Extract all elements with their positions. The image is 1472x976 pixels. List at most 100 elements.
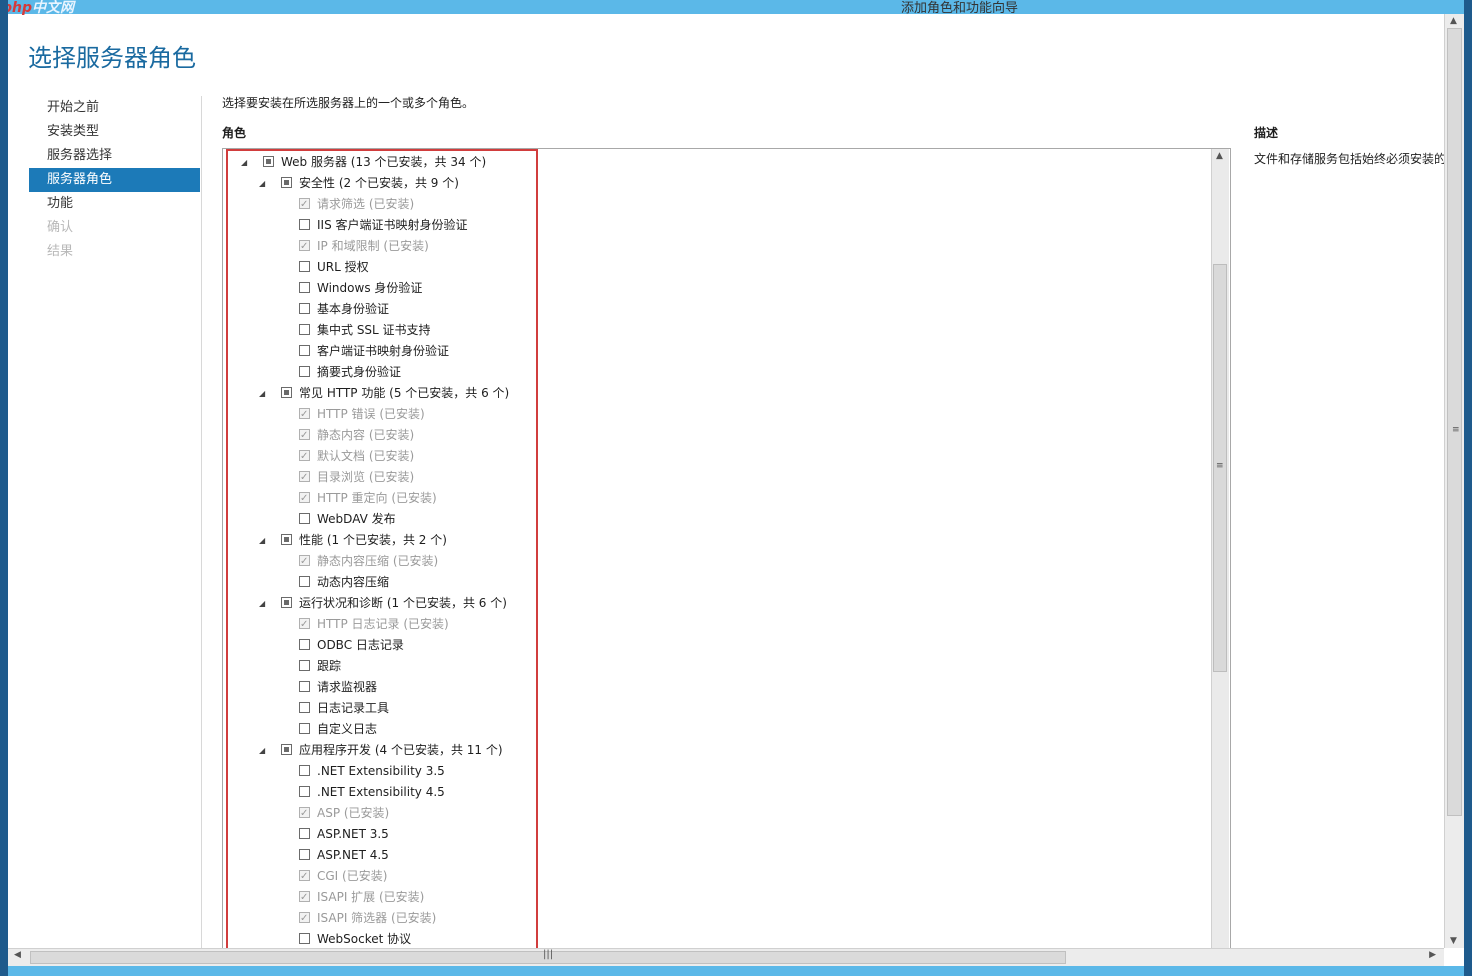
tree-row[interactable]: 目录浏览 (已安装): [223, 467, 1223, 488]
tree-row[interactable]: 集中式 SSL 证书支持: [223, 320, 1223, 341]
tree-row[interactable]: 自定义日志: [223, 719, 1223, 740]
tree-row[interactable]: URL 授权: [223, 257, 1223, 278]
role-checkbox[interactable]: [299, 723, 310, 734]
expand-triangle-icon[interactable]: ◢: [259, 173, 269, 194]
scroll-up-icon[interactable]: ▲: [1216, 151, 1223, 161]
tree-row[interactable]: ◢ 安全性 (2 个已安装，共 9 个): [223, 173, 1223, 194]
tree-row[interactable]: 静态内容 (已安装): [223, 425, 1223, 446]
role-checkbox[interactable]: [281, 534, 292, 545]
tree-row[interactable]: 静态内容压缩 (已安装): [223, 551, 1223, 572]
tree-row[interactable]: ISAPI 扩展 (已安装): [223, 887, 1223, 908]
tree-row[interactable]: 请求筛选 (已安装): [223, 194, 1223, 215]
role-label: ISAPI 扩展 (已安装): [317, 890, 425, 904]
scroll-right-icon[interactable]: ▶: [1429, 950, 1436, 960]
tree-row[interactable]: 跟踪: [223, 656, 1223, 677]
tree-row[interactable]: CGI (已安装): [223, 866, 1223, 887]
role-checkbox[interactable]: [281, 387, 292, 398]
tree-row[interactable]: ◢ 应用程序开发 (4 个已安装，共 11 个): [223, 740, 1223, 761]
tree-row[interactable]: 请求监视器: [223, 677, 1223, 698]
role-label: 摘要式身份验证: [317, 365, 402, 379]
role-checkbox[interactable]: [299, 576, 310, 587]
role-label: WebSocket 协议: [317, 932, 412, 946]
role-checkbox[interactable]: [299, 219, 310, 230]
expand-triangle-icon[interactable]: ◢: [259, 740, 269, 761]
tree-row[interactable]: 摘要式身份验证: [223, 362, 1223, 383]
tree-row[interactable]: 基本身份验证: [223, 299, 1223, 320]
expand-triangle-icon[interactable]: ◢: [259, 530, 269, 551]
expand-triangle-icon[interactable]: ◢: [241, 152, 251, 173]
role-checkbox[interactable]: [299, 639, 310, 650]
role-label: ODBC 日志记录: [317, 638, 404, 652]
page-vscrollbar[interactable]: ▲ ≡ ▼: [1444, 14, 1464, 948]
page-hscrollbar[interactable]: ◀ ||| ▶: [8, 948, 1444, 967]
role-checkbox[interactable]: [299, 828, 310, 839]
scroll-thumb[interactable]: ≡: [1213, 264, 1227, 672]
tree-row[interactable]: ISAPI 筛选器 (已安装): [223, 908, 1223, 929]
scroll-thumb[interactable]: |||: [30, 949, 1066, 964]
scroll-left-icon[interactable]: ◀: [14, 950, 21, 960]
tree-row[interactable]: 客户端证书映射身份验证: [223, 341, 1223, 362]
role-label: ASP (已安装): [317, 806, 390, 820]
tree-row[interactable]: ASP.NET 3.5: [223, 824, 1223, 845]
expand-triangle-icon[interactable]: ◢: [259, 593, 269, 614]
tree-row[interactable]: 动态内容压缩: [223, 572, 1223, 593]
role-checkbox: [299, 887, 310, 908]
role-checkbox[interactable]: [299, 849, 310, 860]
nav-item-2[interactable]: 服务器选择: [29, 144, 200, 168]
role-checkbox[interactable]: [299, 282, 310, 293]
nav-item-1[interactable]: 安装类型: [29, 120, 200, 144]
role-label: .NET Extensibility 4.5: [317, 785, 445, 799]
nav-item-4[interactable]: 功能: [29, 192, 200, 216]
tree-row[interactable]: 默认文档 (已安装): [223, 446, 1223, 467]
expand-triangle-icon[interactable]: ◢: [259, 383, 269, 404]
role-checkbox[interactable]: [281, 597, 292, 608]
tree-row[interactable]: HTTP 错误 (已安装): [223, 404, 1223, 425]
roles-tree-list: ◢ Web 服务器 (13 个已安装，共 34 个) ◢ 安全性 (2 个已安装，共 …: [223, 152, 1223, 950]
role-checkbox[interactable]: [281, 177, 292, 188]
tree-row[interactable]: Windows 身份验证: [223, 278, 1223, 299]
role-checkbox[interactable]: [299, 786, 310, 797]
role-checkbox[interactable]: [281, 744, 292, 755]
role-checkbox[interactable]: [299, 933, 310, 944]
role-checkbox[interactable]: [299, 513, 310, 524]
title-bar: php中文网 添加角色和功能向导: [8, 0, 1464, 16]
tree-row[interactable]: .NET Extensibility 3.5: [223, 761, 1223, 782]
nav-item-3[interactable]: 服务器角色: [29, 168, 200, 192]
tree-row[interactable]: HTTP 重定向 (已安装): [223, 488, 1223, 509]
scroll-down-icon[interactable]: ▼: [1450, 936, 1457, 946]
tree-row[interactable]: ◢ 常见 HTTP 功能 (5 个已安装，共 6 个): [223, 383, 1223, 404]
grip-icon: ≡: [1216, 461, 1224, 471]
role-checkbox[interactable]: [299, 261, 310, 272]
tree-row[interactable]: HTTP 日志记录 (已安装): [223, 614, 1223, 635]
tree-row[interactable]: IP 和域限制 (已安装): [223, 236, 1223, 257]
role-checkbox[interactable]: [299, 681, 310, 692]
tree-row[interactable]: ASP.NET 4.5: [223, 845, 1223, 866]
role-checkbox: [299, 425, 310, 446]
scroll-up-icon[interactable]: ▲: [1450, 16, 1457, 26]
tree-row[interactable]: ODBC 日志记录: [223, 635, 1223, 656]
role-checkbox[interactable]: [299, 345, 310, 356]
role-checkbox: [299, 614, 310, 635]
tree-row[interactable]: ◢ 性能 (1 个已安装，共 2 个): [223, 530, 1223, 551]
role-checkbox[interactable]: [299, 660, 310, 671]
role-checkbox[interactable]: [299, 702, 310, 713]
grip-icon: ≡: [1452, 425, 1460, 435]
role-checkbox[interactable]: [299, 303, 310, 314]
nav-item-0[interactable]: 开始之前: [29, 96, 200, 120]
tree-row[interactable]: 日志记录工具: [223, 698, 1223, 719]
tree-row[interactable]: ◢ Web 服务器 (13 个已安装，共 34 个): [223, 152, 1223, 173]
tree-row[interactable]: WebSocket 协议: [223, 929, 1223, 950]
role-checkbox[interactable]: [299, 765, 310, 776]
role-checkbox[interactable]: [263, 156, 274, 167]
tree-row[interactable]: IIS 客户端证书映射身份验证: [223, 215, 1223, 236]
tree-row[interactable]: ASP (已安装): [223, 803, 1223, 824]
role-checkbox: [299, 488, 310, 509]
role-checkbox[interactable]: [299, 366, 310, 377]
tree-row[interactable]: ◢ 运行状况和诊断 (1 个已安装，共 6 个): [223, 593, 1223, 614]
role-checkbox: [299, 467, 310, 488]
roles-tree-vscrollbar[interactable]: ▲ ≡: [1211, 149, 1229, 955]
tree-row[interactable]: WebDAV 发布: [223, 509, 1223, 530]
scroll-thumb[interactable]: ≡: [1447, 28, 1462, 816]
tree-row[interactable]: .NET Extensibility 4.5: [223, 782, 1223, 803]
role-checkbox[interactable]: [299, 324, 310, 335]
